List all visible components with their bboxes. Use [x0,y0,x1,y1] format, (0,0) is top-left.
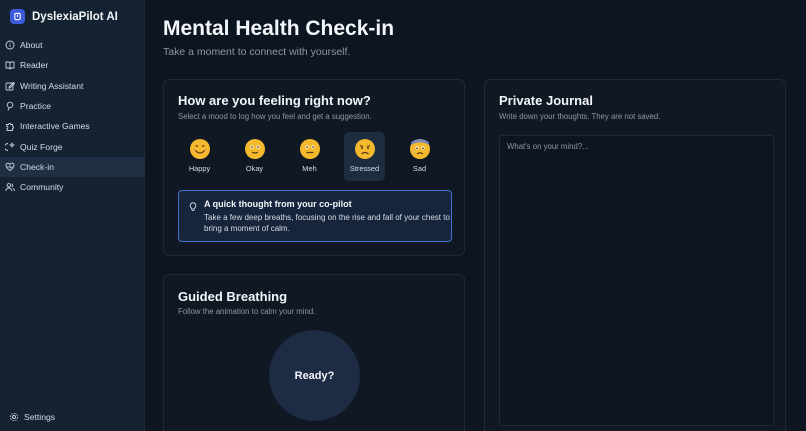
app-name: DyslexiaPilot AI [32,10,118,23]
journal-textarea[interactable] [499,135,774,426]
mood-stressed[interactable]: Stressed [344,132,385,181]
edit-icon [5,81,15,91]
mood-sad[interactable]: Sad [399,132,440,181]
sidebar-item-label: Interactive Games [20,121,90,132]
mood-meh[interactable]: Meh [289,132,330,181]
mood-label: Meh [302,164,317,173]
meh-face-icon [299,139,320,159]
mood-okay[interactable]: Okay [234,132,275,181]
users-icon [5,182,15,192]
lightbulb-icon [189,199,197,217]
breathing-card: Guided Breathing Follow the animation to… [163,274,465,431]
mood-label: Okay [245,164,264,173]
mood-card: How are you feeling right now? Select a … [163,79,465,256]
journal-card: Private Journal Write down your thoughts… [484,79,786,431]
sidebar-item-label: Check-in [20,161,54,172]
happy-face-icon [189,139,210,159]
sidebar-item-writing-assistant[interactable]: Writing Assistant [0,76,145,96]
sidebar-item-label: Community [20,182,64,193]
page-subtitle: Take a moment to connect with yourself. [163,46,351,58]
sidebar-item-practice[interactable]: Practice [0,96,145,116]
suggestion-text: Take a few deep breaths, focusing on the… [204,213,450,233]
sidebar-nav: About Reader Writing Assistant Practice … [0,35,145,197]
breathing-card-subtitle: Follow the animation to calm your mind. [178,307,316,316]
sidebar-item-label: Practice [20,101,52,112]
sidebar-item-community[interactable]: Community [0,177,145,197]
sidebar-item-about[interactable]: About [0,35,145,55]
puzzle-icon [5,121,15,132]
mood-selector: Happy Okay Meh Stressed Sad [179,132,440,181]
sidebar-item-label: Quiz Forge [20,141,63,152]
settings-label: Settings [24,412,56,422]
sidebar-item-interactive-games[interactable]: Interactive Games [0,116,145,136]
journal-card-subtitle: Write down your thoughts. They are not s… [499,112,661,121]
info-icon [5,40,15,50]
sidebar-item-label: Reader [20,60,49,71]
heart-icon [5,162,15,172]
sidebar-item-check-in[interactable]: Check-in [0,156,145,178]
sidebar-item-label: About [20,40,43,51]
page-title: Mental Health Check-in [163,17,395,40]
sad-face-icon [409,139,430,159]
okay-face-icon [244,139,265,159]
stressed-face-icon [354,139,375,159]
breathing-card-title: Guided Breathing [178,289,288,304]
sidebar-item-label: Writing Assistant [20,80,84,91]
mood-card-subtitle: Select a mood to log how you feel and ge… [178,112,372,121]
mood-happy[interactable]: Happy [179,132,220,181]
sparkle-icon [5,141,15,152]
mood-label: Sad [412,164,427,173]
mood-label: Happy [188,164,211,173]
logo-icon [10,9,25,24]
breathing-circle[interactable]: Ready? [269,330,360,421]
main-content: Mental Health Check-in Take a moment to … [145,0,806,431]
suggestion-box: A quick thought from your co-pilot Take … [178,190,452,242]
mood-label: Stressed [349,164,380,173]
mood-card-title: How are you feeling right now? [178,93,371,108]
sidebar: DyslexiaPilot AI About Reader Writing As… [0,0,145,431]
journal-card-title: Private Journal [499,93,593,108]
brand[interactable]: DyslexiaPilot AI [10,9,118,24]
sidebar-item-quiz-forge[interactable]: Quiz Forge [0,136,145,156]
suggestion-title: A quick thought from your co-pilot [204,199,352,209]
pin-icon [5,101,15,111]
gear-icon [9,412,19,422]
sidebar-item-reader[interactable]: Reader [0,55,145,75]
book-icon [5,60,15,71]
settings-button[interactable]: Settings [9,412,55,422]
